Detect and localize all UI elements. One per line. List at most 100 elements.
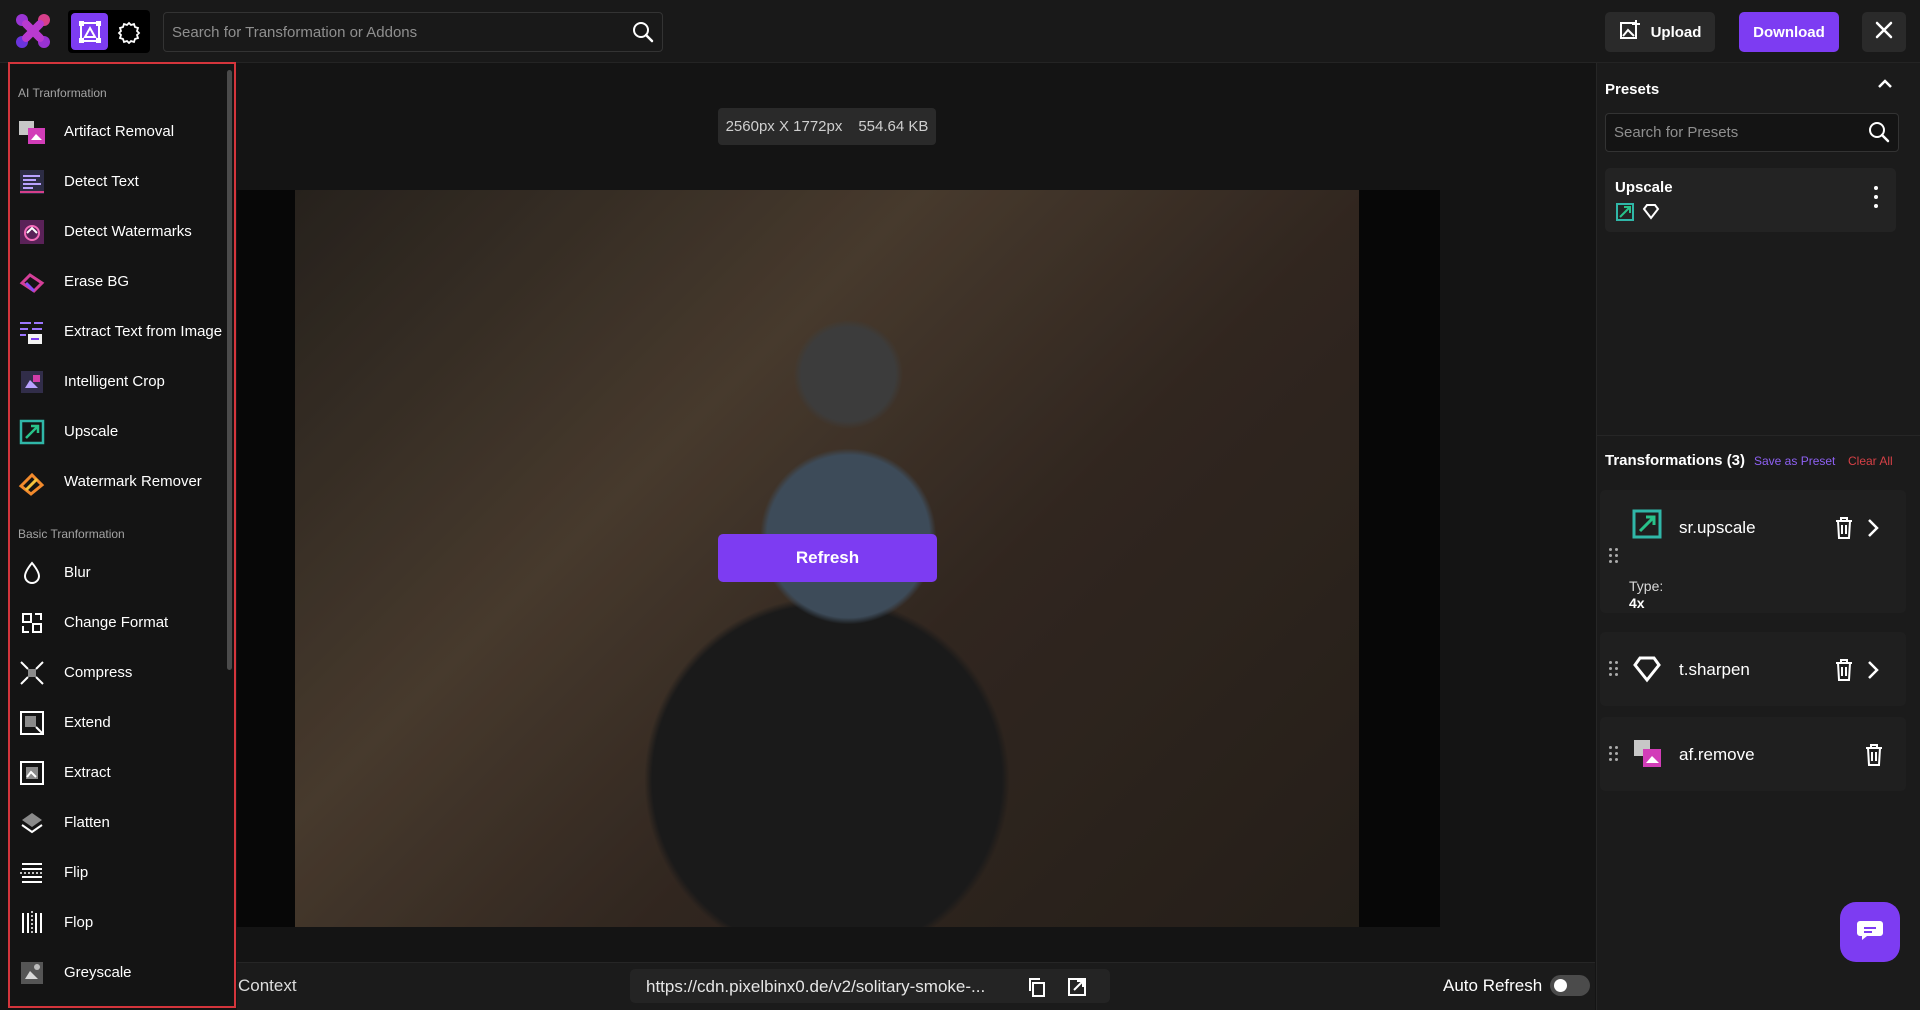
preset-icons bbox=[1615, 202, 1660, 227]
transformation-search-input[interactable] bbox=[172, 13, 612, 51]
image-dimensions: 2560px X 1772px bbox=[725, 118, 843, 135]
flatten-icon bbox=[18, 809, 46, 837]
sidebar-item-extract-text[interactable]: Extract Text from Image bbox=[10, 311, 225, 351]
chat-icon bbox=[1856, 918, 1884, 947]
chevron-right-icon[interactable] bbox=[1866, 518, 1880, 543]
panel-divider bbox=[1596, 435, 1920, 436]
chat-button[interactable] bbox=[1840, 902, 1900, 962]
artifact-removal-icon bbox=[1630, 736, 1664, 770]
sidebar-item-artifact-removal[interactable]: Artifact Removal bbox=[10, 111, 225, 151]
transformation-param-value: 4x bbox=[1629, 595, 1645, 611]
sidebar-scrollbar[interactable] bbox=[227, 70, 232, 670]
drag-handle-icon[interactable] bbox=[1609, 746, 1618, 761]
sidebar-item-label: Extend bbox=[64, 714, 111, 731]
upscale-icon bbox=[1630, 507, 1664, 541]
preset-search bbox=[1605, 113, 1899, 152]
sidebar-item-label: Flop bbox=[64, 914, 94, 931]
sharpen-icon bbox=[1642, 202, 1660, 227]
sidebar-item-change-format[interactable]: Change Format bbox=[10, 602, 225, 642]
gear-icon[interactable] bbox=[110, 13, 147, 50]
sidebar-item-label: Intelligent Crop bbox=[64, 373, 165, 390]
detect-text-icon bbox=[18, 168, 46, 196]
search-icon[interactable] bbox=[632, 21, 654, 48]
external-link-icon[interactable] bbox=[1066, 976, 1088, 1003]
sidebar-item-compress[interactable]: Compress bbox=[10, 652, 225, 692]
presets-title: Presets bbox=[1605, 81, 1660, 98]
close-icon bbox=[1875, 21, 1893, 44]
flop-icon bbox=[18, 909, 46, 937]
auto-refresh-toggle[interactable] bbox=[1550, 975, 1590, 996]
sidebar-item-label: Flip bbox=[64, 864, 89, 881]
blur-icon bbox=[18, 559, 46, 587]
upload-label: Upload bbox=[1650, 23, 1702, 41]
sidebar-item-watermark-remover[interactable]: Watermark Remover bbox=[10, 461, 225, 501]
transform-mode-icon[interactable] bbox=[71, 13, 108, 50]
image-info-chip: 2560px X 1772px 554.64 KB bbox=[718, 108, 936, 145]
drag-handle-icon[interactable] bbox=[1609, 548, 1618, 563]
transformation-card-af-remove[interactable]: af.remove bbox=[1600, 717, 1906, 791]
detect-watermarks-icon bbox=[18, 218, 46, 246]
search-icon[interactable] bbox=[1868, 121, 1890, 148]
transformation-card-t-sharpen[interactable]: t.sharpen bbox=[1600, 632, 1906, 706]
sidebar-item-intelligent-crop[interactable]: Intelligent Crop bbox=[10, 361, 225, 401]
artifact-removal-icon bbox=[18, 118, 46, 146]
transformation-card-sr-upscale[interactable]: sr.upscale Type: 4x bbox=[1600, 490, 1906, 613]
sidebar-item-erase-bg[interactable]: Erase BG bbox=[10, 261, 225, 301]
clear-all-link[interactable]: Clear All bbox=[1848, 454, 1893, 468]
upload-button[interactable]: Upload bbox=[1605, 12, 1715, 52]
sidebar-item-extend[interactable]: Extend bbox=[10, 702, 225, 742]
more-options-icon[interactable] bbox=[1874, 186, 1878, 208]
auto-refresh-label: Auto Refresh bbox=[1443, 976, 1543, 995]
sidebar-item-blur[interactable]: Blur bbox=[10, 552, 225, 592]
chevron-right-icon[interactable] bbox=[1866, 660, 1880, 685]
greyscale-icon bbox=[18, 959, 46, 987]
download-button[interactable]: Download bbox=[1739, 12, 1839, 52]
image-url-box: https://cdn.pixelbinx0.de/v2/solitary-sm… bbox=[630, 969, 1110, 1003]
image-upload-icon bbox=[1619, 19, 1641, 45]
copy-icon[interactable] bbox=[1026, 976, 1048, 1003]
refresh-button[interactable]: Refresh bbox=[718, 534, 937, 582]
preset-name: Upscale bbox=[1615, 179, 1673, 196]
sidebar-item-flop[interactable]: Flop bbox=[10, 902, 225, 942]
trash-icon[interactable] bbox=[1833, 658, 1855, 687]
transformation-search bbox=[163, 12, 663, 52]
preset-card-upscale[interactable]: Upscale bbox=[1605, 168, 1896, 232]
trash-icon[interactable] bbox=[1863, 743, 1885, 772]
intelligent-crop-icon bbox=[18, 368, 46, 396]
extract-text-icon bbox=[18, 318, 46, 346]
sidebar-item-detect-text[interactable]: Detect Text bbox=[10, 161, 225, 201]
pixelbin-logo-icon[interactable] bbox=[14, 12, 52, 50]
sidebar-item-label: Blur bbox=[64, 564, 91, 581]
trash-icon[interactable] bbox=[1833, 516, 1855, 545]
sidebar-item-label: Flatten bbox=[64, 814, 110, 831]
sidebar-item-label: Change Format bbox=[64, 614, 169, 631]
upscale-icon bbox=[1615, 202, 1635, 227]
compress-icon bbox=[18, 659, 46, 687]
flip-icon bbox=[18, 859, 46, 887]
watermark-remover-icon bbox=[18, 468, 46, 496]
save-as-preset-link[interactable]: Save as Preset bbox=[1754, 454, 1835, 468]
close-button[interactable] bbox=[1862, 12, 1906, 52]
sidebar-item-extract[interactable]: Extract bbox=[10, 752, 225, 792]
transformation-param-label: Type: bbox=[1629, 578, 1664, 594]
preset-search-input[interactable] bbox=[1614, 114, 1854, 151]
sidebar-item-detect-watermarks[interactable]: Detect Watermarks bbox=[10, 211, 225, 251]
upscale-icon bbox=[18, 418, 46, 446]
sidebar-item-upscale[interactable]: Upscale bbox=[10, 411, 225, 451]
sidebar-item-label: Watermark Remover bbox=[64, 473, 202, 490]
context-tab[interactable]: Context bbox=[238, 976, 297, 996]
image-url[interactable]: https://cdn.pixelbinx0.de/v2/solitary-sm… bbox=[646, 977, 1016, 997]
section-label-basic: Basic Tranformation bbox=[18, 527, 125, 541]
sidebar-item-flip[interactable]: Flip bbox=[10, 852, 225, 892]
sidebar-item-greyscale[interactable]: Greyscale bbox=[10, 952, 225, 992]
sidebar-item-label: Detect Text bbox=[64, 173, 139, 190]
sidebar-item-label: Compress bbox=[64, 664, 133, 681]
image-filesize: 554.64 KB bbox=[858, 118, 929, 135]
sidebar-item-label: Erase BG bbox=[64, 273, 130, 290]
download-label: Download bbox=[1753, 23, 1825, 41]
extend-icon bbox=[18, 709, 46, 737]
sidebar-item-flatten[interactable]: Flatten bbox=[10, 802, 225, 842]
drag-handle-icon[interactable] bbox=[1609, 661, 1618, 676]
chevron-up-icon[interactable] bbox=[1876, 75, 1894, 98]
sidebar-item-label: Artifact Removal bbox=[64, 123, 175, 140]
